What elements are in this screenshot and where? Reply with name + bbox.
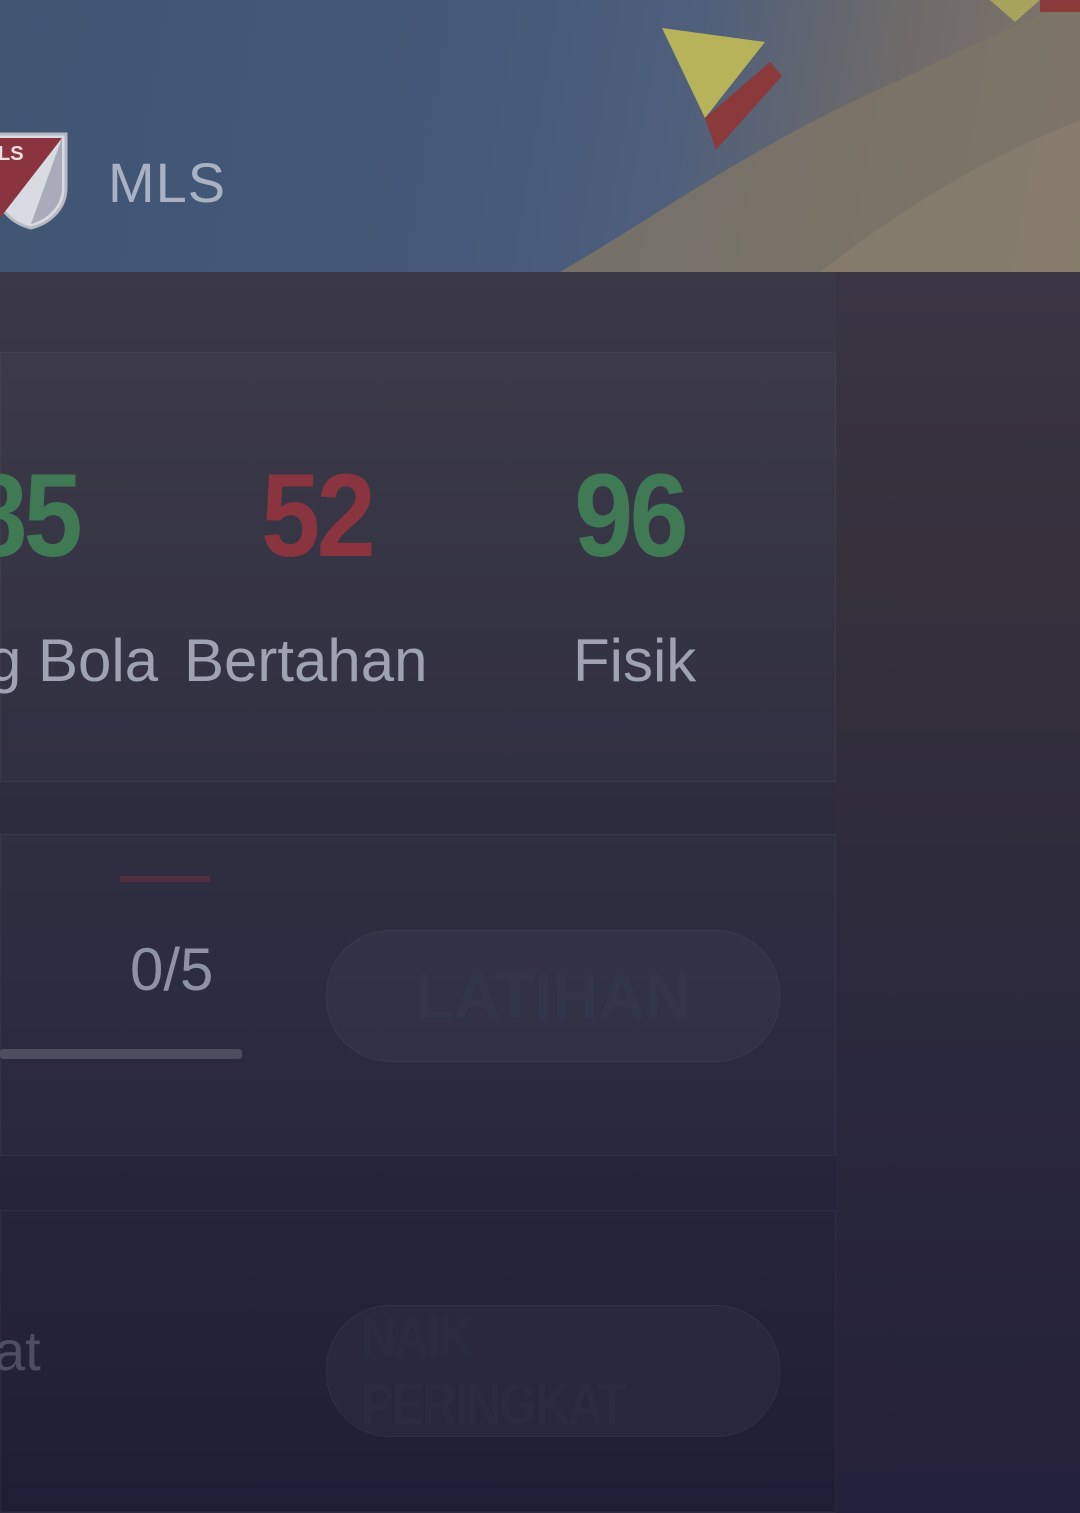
svg-text:LS: LS [0,143,24,165]
stadium-scene [560,0,1080,272]
player-image-area [836,272,1080,1511]
rank-up-button[interactable]: NAIK PERINGKAT [326,1305,780,1437]
stat-value-dribbling: 85 [0,450,83,582]
stat-value-defending: 52 [261,450,376,582]
training-progress-bar [0,1049,242,1059]
stats-card [0,352,836,782]
mls-badge-icon: LS [0,132,68,230]
training-progress-count: 0/5 [130,936,214,1003]
training-accent [120,876,210,882]
header-banner: LS MLS [0,0,1080,272]
league-name: MLS [108,151,227,214]
stat-label-physical: Fisik [573,627,697,694]
rank-up-button-label: NAIK PERINGKAT [360,1305,627,1437]
stat-value-physical: 96 [574,450,689,582]
rank-label-partial: at [0,1319,41,1382]
stat-label-defending: Bertahan [184,627,428,694]
training-button[interactable]: LATIHAN [326,930,780,1062]
stat-label-dribbling: g Bola [0,627,159,694]
